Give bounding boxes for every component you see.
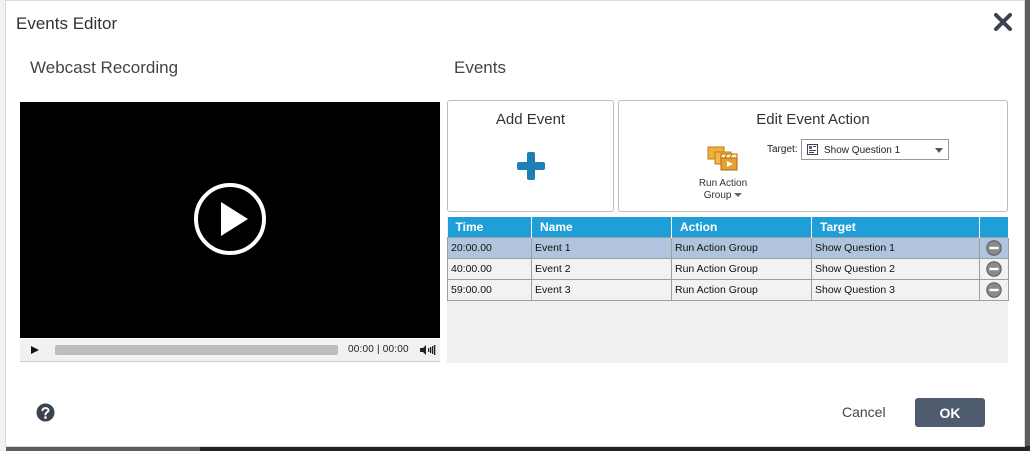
table-row[interactable]: 40:00.00 Event 2 Run Action Group Show Ques… bbox=[447, 258, 1009, 280]
target-select[interactable]: Show Question 1 bbox=[801, 139, 949, 160]
table-row[interactable]: 59:00.00 Event 3 Run Action Group Show Ques… bbox=[447, 279, 1009, 301]
cell-remove bbox=[979, 237, 1009, 259]
chevron-down-icon bbox=[734, 193, 743, 198]
cell-time[interactable]: 59:00.00 bbox=[447, 279, 532, 301]
cell-name[interactable]: Event 1 bbox=[531, 237, 672, 259]
edit-event-action-title: Edit Event Action bbox=[756, 111, 870, 128]
table-row[interactable]: 20:00.00 Event 1 Run Action Group Show Ques… bbox=[447, 237, 1009, 259]
cell-time[interactable]: 40:00.00 bbox=[447, 258, 532, 280]
table-header-row: Time Name Action Target bbox=[447, 217, 1009, 238]
cell-time[interactable]: 20:00.00 bbox=[447, 237, 532, 259]
play-icon[interactable] bbox=[193, 182, 267, 256]
column-header-name[interactable]: Name bbox=[531, 217, 672, 238]
dialog-title: Events Editor bbox=[16, 14, 118, 33]
close-icon[interactable] bbox=[992, 11, 1014, 33]
chevron-down-icon bbox=[935, 148, 943, 153]
remove-row-icon[interactable] bbox=[986, 282, 1002, 298]
column-header-remove bbox=[979, 217, 1009, 238]
cell-target[interactable]: Show Question 2 bbox=[811, 258, 980, 280]
time-readout: 00:00 | 00:00 bbox=[348, 344, 409, 355]
events-label: Events bbox=[454, 58, 506, 77]
run-action-group-button[interactable]: Run Action Group bbox=[693, 143, 753, 201]
add-event-title: Add Event bbox=[495, 111, 566, 128]
webcast-recording-label: Webcast Recording bbox=[30, 58, 179, 77]
cell-target[interactable]: Show Question 3 bbox=[811, 279, 980, 301]
cell-action[interactable]: Run Action Group bbox=[671, 279, 812, 301]
cell-action[interactable]: Run Action Group bbox=[671, 258, 812, 280]
events-table-area: Time Name Action Target 20:00.00 Event 1R… bbox=[447, 217, 1009, 363]
remove-row-icon[interactable] bbox=[986, 261, 1002, 277]
cancel-button[interactable]: Cancel bbox=[836, 403, 892, 421]
ok-button[interactable]: OK bbox=[915, 398, 985, 427]
add-event-panel: Add Event bbox=[447, 100, 614, 212]
column-header-time[interactable]: Time bbox=[447, 217, 532, 238]
plus-icon[interactable] bbox=[515, 150, 547, 182]
seek-bar[interactable] bbox=[55, 345, 338, 355]
column-header-action[interactable]: Action bbox=[671, 217, 812, 238]
question-icon bbox=[807, 144, 818, 155]
cell-name[interactable]: Event 3 bbox=[531, 279, 672, 301]
cell-name[interactable]: Event 2 bbox=[531, 258, 672, 280]
run-action-group-label-line2: Group bbox=[693, 190, 753, 202]
column-header-target[interactable]: Target bbox=[811, 217, 980, 238]
events-editor-dialog: Events Editor Webcast Recording Events 0… bbox=[5, 0, 1025, 447]
events-table: Time Name Action Target 20:00.00 Event 1R… bbox=[447, 217, 1009, 301]
help-icon[interactable] bbox=[36, 403, 55, 422]
cell-remove bbox=[979, 258, 1009, 280]
target-select-value: Show Question 1 bbox=[824, 145, 901, 156]
volume-icon[interactable] bbox=[420, 344, 436, 356]
video-player[interactable] bbox=[20, 102, 440, 338]
edit-event-action-panel: Edit Event Action Run Action Group Targe… bbox=[618, 100, 1008, 212]
run-action-group-label-line1: Run Action bbox=[698, 178, 748, 189]
player-controls: 00:00 | 00:00 bbox=[20, 339, 440, 362]
remove-row-icon[interactable] bbox=[986, 240, 1002, 256]
clapperboard-group-icon bbox=[707, 146, 738, 171]
play-small-icon[interactable] bbox=[30, 345, 40, 355]
cell-target[interactable]: Show Question 1 bbox=[811, 237, 980, 259]
target-label: Target: bbox=[767, 144, 798, 155]
run-action-group-label-line2-text: Group bbox=[703, 190, 732, 201]
cell-action[interactable]: Run Action Group bbox=[671, 237, 812, 259]
cell-remove bbox=[979, 279, 1009, 301]
